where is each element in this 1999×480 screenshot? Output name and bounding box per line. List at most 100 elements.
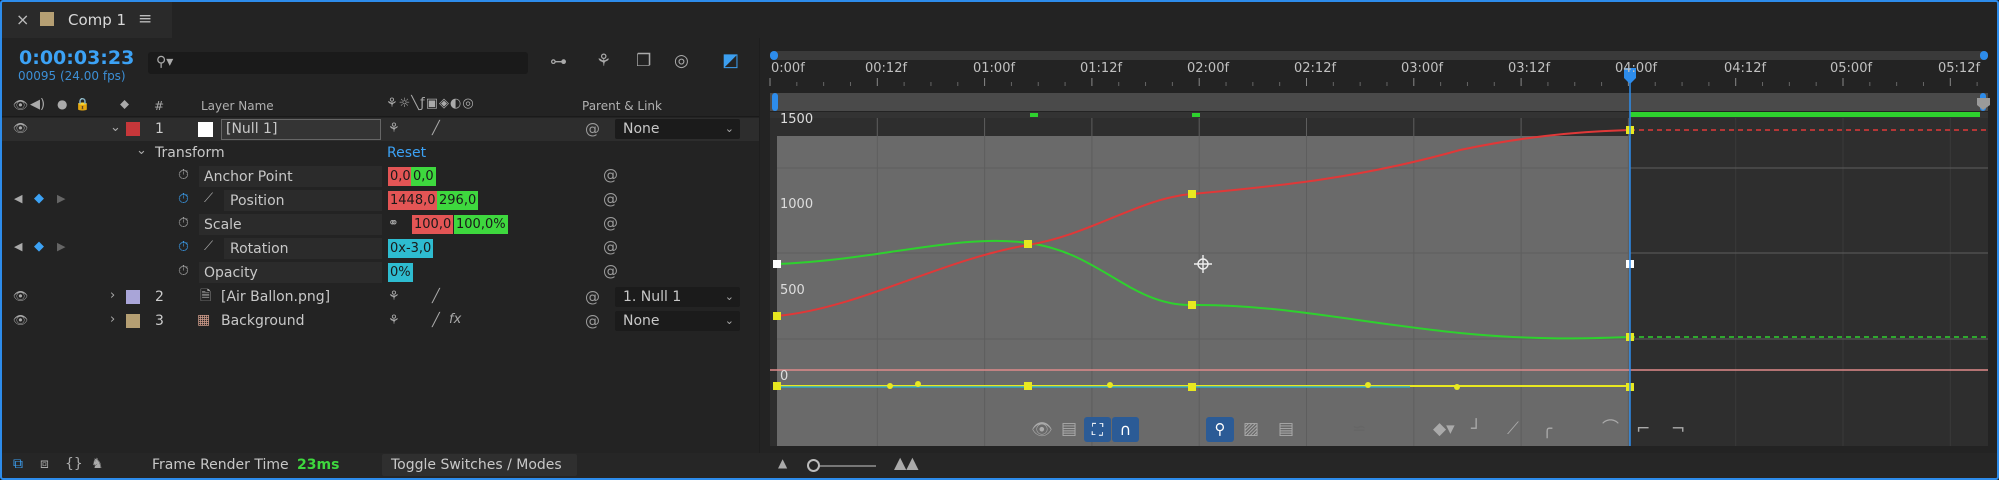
layer-name[interactable]: Background [221, 313, 305, 329]
parent-dropdown-3[interactable]: None ⌄ [615, 311, 740, 331]
layer-label-color[interactable] [126, 290, 140, 304]
keyframe-square[interactable] [1188, 383, 1196, 391]
quality-switch-icon[interactable]: ╱ [432, 122, 440, 135]
render-time-icon[interactable]: ♞ [91, 457, 104, 471]
parent-dropdown-1[interactable]: None ⌄ [615, 119, 740, 139]
expand-chevron-icon[interactable]: › [110, 313, 115, 326]
expand-chevron-icon[interactable]: › [110, 289, 115, 302]
search-input[interactable]: ⚲▾ [148, 52, 528, 74]
visibility-eye-icon[interactable]: 👁 [13, 314, 28, 326]
separate-dimensions-icon[interactable]: ⋍ [1352, 421, 1366, 438]
transform-box-icon[interactable]: ⛶ [1084, 417, 1111, 442]
tab-menu-icon[interactable]: ≡ [138, 9, 152, 29]
work-area-start-handle[interactable] [770, 51, 778, 60]
comp-mini-flowchart-icon[interactable]: ⊶ [550, 54, 567, 71]
zoom-in-icon[interactable]: ▲▲ [894, 455, 919, 471]
stopwatch-icon[interactable]: ⏱ [178, 264, 189, 278]
layer-row-1[interactable]: 👁 ⌄ 1 [Null 1] ⚘ ╱ @ None ⌄ [2, 118, 759, 141]
stopwatch-icon[interactable]: ⏱ [178, 216, 189, 230]
pickwhip-icon[interactable]: @ [585, 288, 600, 306]
layer-name[interactable]: [Null 1] [226, 121, 277, 137]
keyframe-square[interactable] [773, 312, 781, 320]
hold-keyframe-icon[interactable]: ┘ [1471, 421, 1481, 438]
reset-link[interactable]: Reset [387, 145, 426, 161]
pickwhip-icon[interactable]: @ [603, 262, 618, 280]
quality-switch-icon[interactable]: ╱ [432, 314, 440, 327]
motion-blur-icon[interactable]: ◎ [674, 53, 689, 70]
scale-y-value[interactable]: 100,0% [454, 215, 508, 234]
tab-close-button[interactable]: × [16, 10, 29, 29]
easy-ease-icon[interactable]: ⌒ [1602, 421, 1619, 438]
quality-switch-icon[interactable]: ╱ [432, 290, 440, 303]
prev-keyframe-icon[interactable]: ◀ [14, 193, 22, 204]
layer-name[interactable]: [Air Ballon.png] [221, 289, 330, 305]
rotation-value[interactable]: 0x-3,0 [388, 239, 434, 258]
stopwatch-icon[interactable]: ⏱ [178, 168, 189, 182]
edit-keyframe-icon[interactable]: ◆▾ [1433, 421, 1455, 438]
anchor-x-value[interactable]: 0,0 [388, 167, 413, 186]
frame-blending-icon[interactable]: ❐ [636, 53, 651, 70]
auto-zoom-height-icon[interactable]: ⚲ [1206, 417, 1234, 442]
current-timecode[interactable]: 0:00:03:23 [19, 47, 134, 69]
linear-keyframe-icon[interactable]: ⟋ [1507, 421, 1519, 438]
pickwhip-icon[interactable]: @ [585, 312, 600, 330]
transform-group-row[interactable]: ⌄ Transform Reset [2, 142, 759, 163]
zoom-slider-handle[interactable] [807, 459, 820, 472]
anchor-y-value[interactable]: 0,0 [411, 167, 436, 186]
scale-x-value[interactable]: 100,0 [412, 215, 454, 234]
layer-row-3[interactable]: 👁 › 3 ▦ Background ⚘ ╱ fx @ None ⌄ [2, 310, 759, 333]
fit-all-graphs-icon[interactable]: ▤ [1278, 421, 1294, 438]
effects-fx-icon[interactable]: fx [449, 313, 461, 326]
transfer-controls-icon[interactable]: ⧈ [40, 457, 49, 471]
shy-switch-icon[interactable]: ⚘ [388, 314, 400, 327]
pickwhip-icon[interactable]: @ [603, 166, 618, 184]
in-out-stretch-icon[interactable]: {} [65, 457, 83, 471]
easy-ease-out-icon[interactable]: ¬ [1671, 421, 1685, 438]
graph-editor-svg[interactable] [760, 38, 1997, 453]
pickwhip-icon[interactable]: @ [603, 238, 618, 256]
stopwatch-active-icon[interactable]: ⏱ [178, 240, 189, 254]
expand-chevron-icon[interactable]: ⌄ [110, 121, 121, 134]
graph-toggle-icon[interactable]: ⟋ [204, 240, 213, 253]
show-properties-eye-icon[interactable]: 👁 [1031, 422, 1053, 439]
snap-magnet-icon[interactable]: ∩ [1112, 417, 1139, 442]
constrain-link-icon[interactable]: ⚭ [388, 217, 399, 230]
auto-bezier-icon[interactable]: ╭ [1542, 421, 1552, 438]
keyframe-diamond-icon[interactable]: ◆ [34, 192, 44, 205]
visibility-eye-icon[interactable]: 👁 [13, 122, 28, 134]
next-keyframe-icon[interactable]: ▶ [57, 241, 65, 252]
comp-tab[interactable]: × Comp 1 ≡ [2, 2, 172, 38]
graph-toggle-icon[interactable]: ⟋ [204, 192, 213, 205]
prev-keyframe-icon[interactable]: ◀ [14, 241, 22, 252]
layer-switches-icon[interactable]: ⧉ [13, 457, 23, 471]
pickwhip-icon[interactable]: @ [603, 214, 618, 232]
fit-selection-icon[interactable]: ▨ [1243, 421, 1259, 438]
keyframe-diamond-icon[interactable]: ◆ [34, 240, 44, 253]
easy-ease-in-icon[interactable]: ⌐ [1636, 421, 1650, 438]
keyframe-square[interactable] [773, 260, 781, 268]
parent-dropdown-2[interactable]: 1. Null 1 ⌄ [615, 287, 740, 307]
pickwhip-icon[interactable]: @ [585, 120, 600, 138]
pickwhip-icon[interactable]: @ [603, 190, 618, 208]
keyframe-square[interactable] [1024, 382, 1032, 390]
zoom-out-icon[interactable]: ▲ [778, 457, 787, 469]
layer-label-color[interactable] [126, 122, 140, 136]
stopwatch-active-icon[interactable]: ⏱ [178, 192, 189, 206]
shy-layers-icon[interactable]: ⚘ [596, 53, 611, 70]
shy-switch-icon[interactable]: ⚘ [388, 290, 400, 303]
graph-type-options-icon[interactable]: ▤ [1061, 421, 1077, 438]
position-x-value[interactable]: 1448,0 [388, 191, 438, 210]
keyframe-square[interactable] [1188, 190, 1196, 198]
shy-switch-icon[interactable]: ⚘ [388, 122, 400, 135]
layer-label-color[interactable] [126, 314, 140, 328]
work-area-end-handle[interactable] [1980, 51, 1988, 60]
toggle-switches-label[interactable]: Toggle Switches / Modes [391, 457, 562, 473]
keyframe-square[interactable] [1188, 301, 1196, 309]
expand-chevron-icon[interactable]: ⌄ [136, 144, 147, 157]
graph-editor-icon[interactable]: ◩ [722, 52, 739, 70]
layer-row-2[interactable]: 👁 › 2 🗎 [Air Ballon.png] ⚘ ╱ @ 1. Null 1… [2, 286, 759, 309]
keyframe-square[interactable] [1024, 240, 1032, 248]
next-keyframe-icon[interactable]: ▶ [57, 193, 65, 204]
visibility-eye-icon[interactable]: 👁 [13, 290, 28, 302]
position-y-value[interactable]: 296,0 [437, 191, 479, 210]
